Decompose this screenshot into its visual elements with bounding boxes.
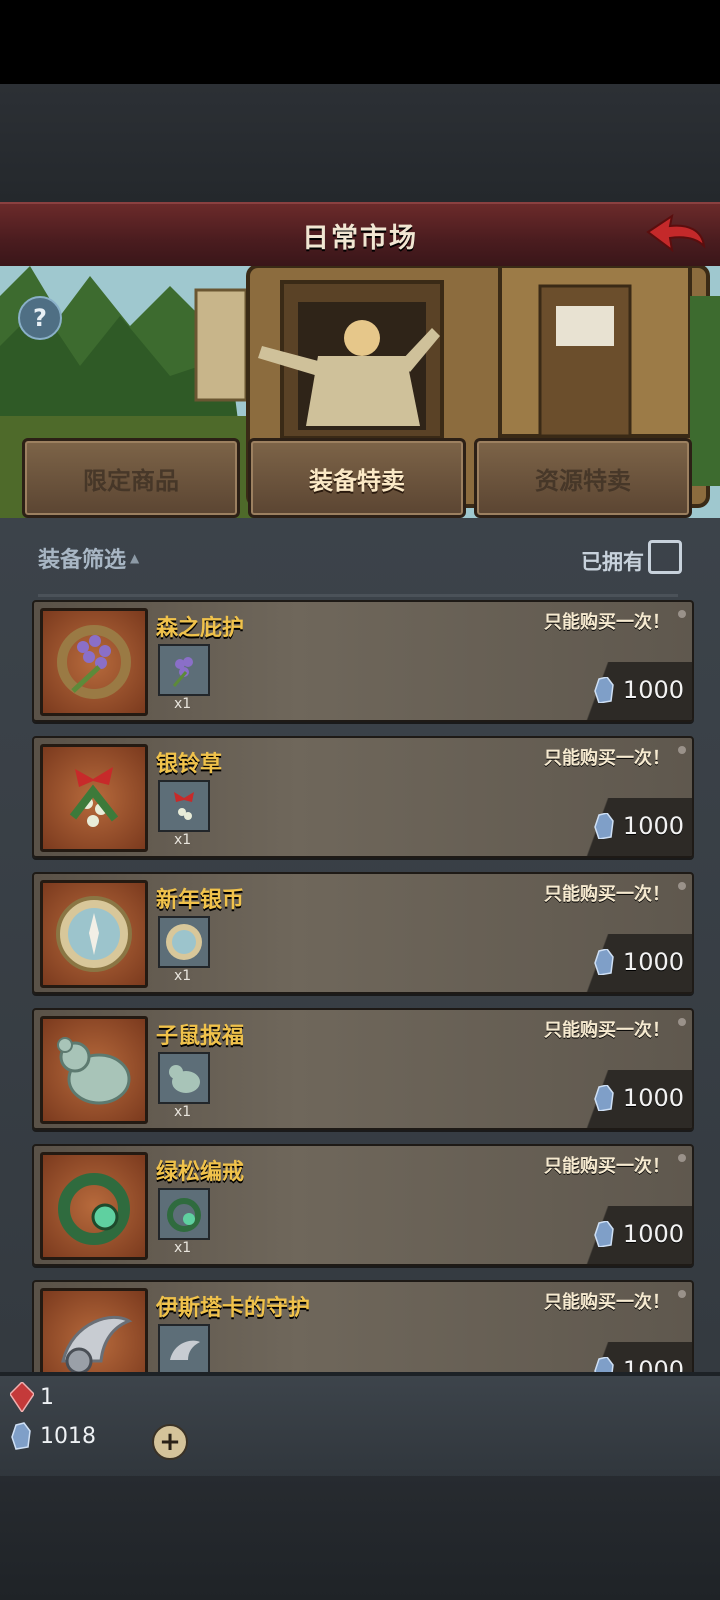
price-value: 1000	[622, 1220, 684, 1248]
red-gem-icon	[10, 1382, 34, 1412]
price-tag: 1000	[593, 812, 684, 840]
help-button[interactable]: ?	[18, 296, 62, 340]
divider	[38, 594, 678, 597]
crystal-icon	[594, 813, 614, 839]
item-card[interactable]: 子鼠报福 只能购买一次！ x1 1000	[32, 1008, 694, 1130]
item-card[interactable]: 伊斯塔卡的守护 只能购买一次！ x1 1000	[32, 1280, 694, 1372]
green-ring-icon	[40, 1152, 148, 1260]
price-tag: 1000	[593, 1356, 684, 1372]
add-crystals-button[interactable]: +	[152, 1424, 188, 1460]
price-tag: 1000	[593, 1220, 684, 1248]
crystal-icon	[11, 1422, 31, 1450]
price-tag: 1000	[593, 1084, 684, 1112]
reward-quantity: x1	[174, 1104, 192, 1120]
item-name: 绿松编戒	[156, 1160, 245, 1185]
crystal-counter: 1018	[10, 1422, 96, 1450]
price-value: 1000	[622, 948, 684, 976]
lavender-wreath-icon	[40, 608, 148, 716]
silver-wing-icon	[40, 1288, 148, 1372]
item-card[interactable]: 绿松编戒 只能购买一次！ x1 1000	[32, 1144, 694, 1266]
crystal-icon	[594, 1357, 614, 1372]
item-name: 子鼠报福	[156, 1024, 245, 1049]
item-card[interactable]: 银铃草 只能购买一次！ x1 1000	[32, 736, 694, 858]
filter-row: 装备筛选 ▲ 已拥有	[0, 536, 720, 597]
info-dot-icon	[678, 882, 686, 890]
info-dot-icon	[678, 1018, 686, 1026]
price-value: 1000	[622, 1356, 684, 1372]
price-value: 1000	[622, 676, 684, 704]
red-gem-counter: 1	[10, 1382, 54, 1412]
reward-quantity: x1	[174, 1240, 192, 1256]
bottom-background	[0, 1476, 720, 1600]
tab-resource-sale[interactable]: 资源特卖	[474, 438, 692, 518]
item-name: 新年银币	[156, 888, 245, 913]
reward-thumbnail	[158, 780, 210, 832]
caret-up-icon: ▲	[130, 551, 140, 565]
item-list-panel[interactable]: 装备筛选 ▲ 已拥有 森之庇护 只能购买一次！ x1 1000 银铃草 只能购买…	[0, 518, 720, 1372]
purchase-limit-text: 只能购买一次！	[544, 1020, 670, 1041]
price-tag: 1000	[593, 676, 684, 704]
back-arrow-icon[interactable]	[644, 212, 708, 258]
owned-label: 已拥有	[581, 550, 644, 574]
tab-equipment-sale[interactable]: 装备特卖	[248, 438, 466, 518]
filter-label: 装备筛选	[38, 548, 127, 573]
resource-bar: 1 1018 +	[0, 1372, 720, 1480]
reward-thumbnail	[158, 916, 210, 968]
equipment-filter-button[interactable]: 装备筛选 ▲	[38, 542, 139, 574]
info-dot-icon	[678, 1290, 686, 1298]
crystal-icon	[594, 1221, 614, 1247]
item-name: 银铃草	[156, 752, 223, 777]
tab-label: 限定商品	[83, 466, 179, 495]
price-value: 1000	[622, 1084, 684, 1112]
crystal-amount: 1018	[40, 1423, 96, 1449]
reward-thumbnail	[158, 1052, 210, 1104]
jade-rat-icon	[40, 1016, 148, 1124]
purchase-limit-text: 只能购买一次！	[544, 748, 670, 769]
tab-label: 资源特卖	[535, 466, 631, 495]
merchant-banner: ? 限定商品 装备特卖 资源特卖	[0, 266, 720, 518]
status-bar	[0, 0, 720, 84]
owned-checkbox[interactable]	[648, 540, 682, 574]
red-gem-amount: 1	[40, 1384, 54, 1410]
item-card[interactable]: 新年银币 只能购买一次！ x1 1000	[32, 872, 694, 994]
purchase-limit-text: 只能购买一次！	[544, 1156, 670, 1177]
price-tag: 1000	[593, 948, 684, 976]
reward-thumbnail	[158, 1188, 210, 1240]
info-dot-icon	[678, 610, 686, 618]
crystal-icon	[594, 677, 614, 703]
market-header: 日常市场	[0, 202, 720, 268]
crystal-icon	[594, 949, 614, 975]
reward-thumbnail	[158, 644, 210, 696]
info-dot-icon	[678, 1154, 686, 1162]
price-value: 1000	[622, 812, 684, 840]
item-name: 伊斯塔卡的守护	[156, 1296, 311, 1321]
purchase-limit-text: 只能购买一次！	[544, 612, 670, 633]
top-background	[0, 84, 720, 202]
reward-quantity: x1	[174, 832, 192, 848]
info-dot-icon	[678, 746, 686, 754]
reward-quantity: x1	[174, 696, 192, 712]
reward-thumbnail	[158, 1324, 210, 1372]
crystal-icon	[594, 1085, 614, 1111]
reward-quantity: x1	[174, 968, 192, 984]
silver-coin-icon	[40, 880, 148, 988]
tab-label: 装备特卖	[309, 466, 405, 495]
purchase-limit-text: 只能购买一次！	[544, 1292, 670, 1313]
item-card[interactable]: 森之庇护 只能购买一次！ x1 1000	[32, 600, 694, 722]
purchase-limit-text: 只能购买一次！	[544, 884, 670, 905]
mistletoe-icon	[40, 744, 148, 852]
page-title: 日常市场	[302, 222, 418, 254]
tab-limited-goods[interactable]: 限定商品	[22, 438, 240, 518]
item-name: 森之庇护	[156, 616, 245, 641]
